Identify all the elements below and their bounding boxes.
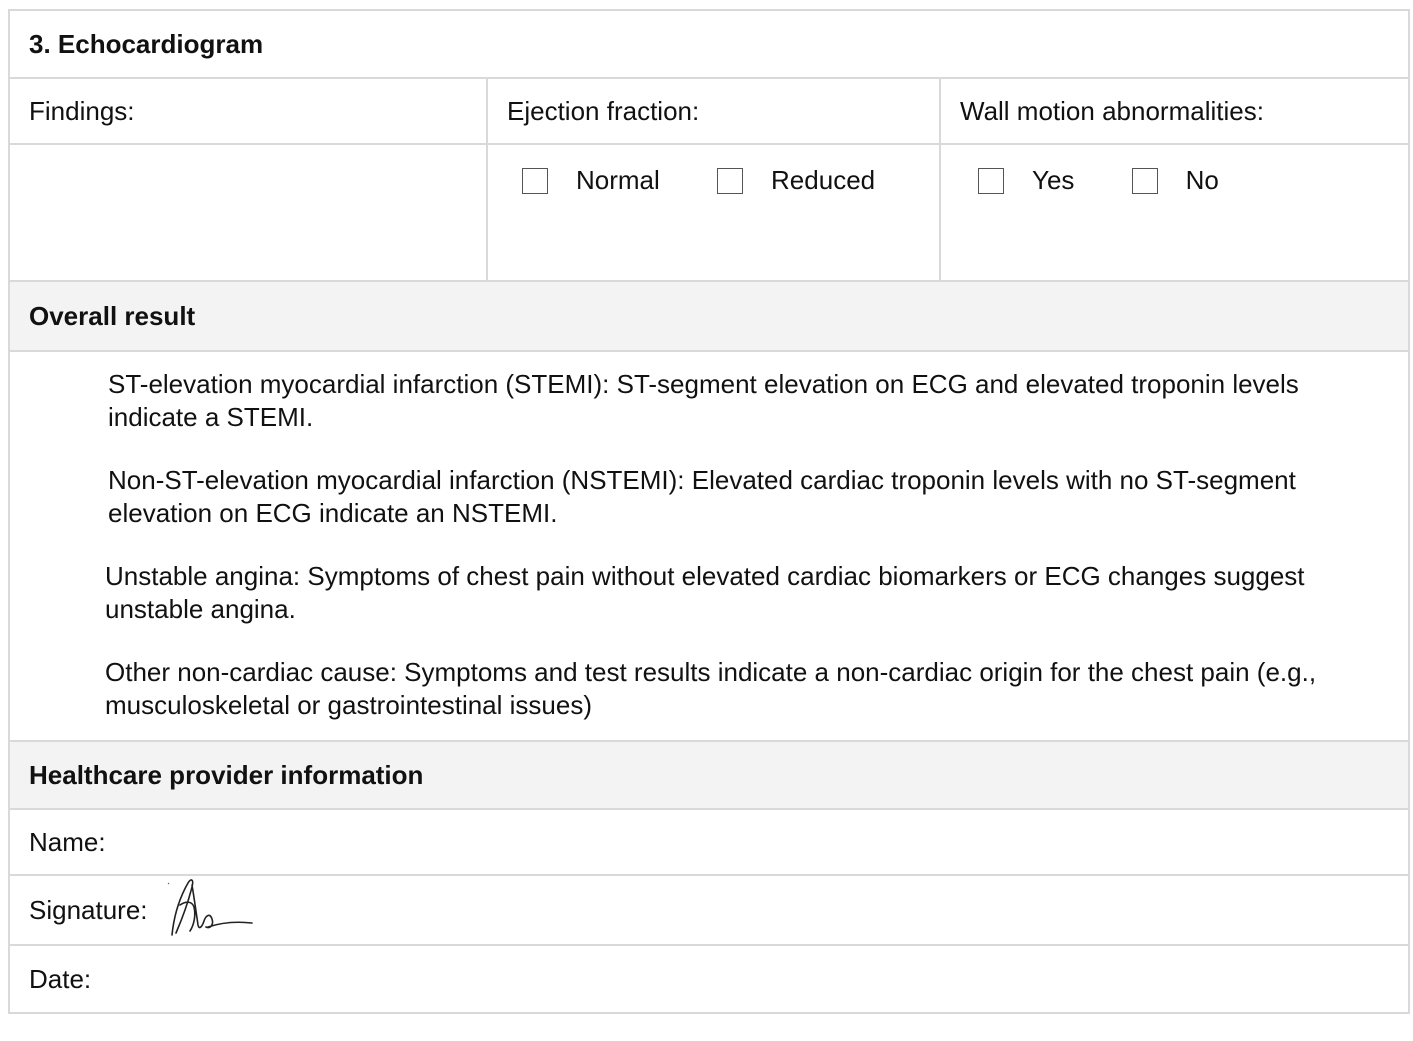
wma-no-label: No bbox=[1185, 165, 1219, 195]
echo-label-row: Findings: Ejection fraction: Wall motion… bbox=[10, 79, 1408, 145]
ef-normal-label: Normal bbox=[576, 165, 660, 195]
wma-no-checkbox[interactable] bbox=[1131, 167, 1158, 194]
wma-yes-checkbox[interactable] bbox=[978, 167, 1004, 194]
overall-result-header: Overall result bbox=[10, 282, 1408, 352]
ef-normal-checkbox[interactable] bbox=[522, 167, 548, 194]
wma-yes-option[interactable]: Yes bbox=[978, 165, 1074, 196]
findings-label: Findings: bbox=[29, 95, 135, 126]
result-item-non-cardiac: Other non-cardiac cause: Symptoms and te… bbox=[105, 657, 1317, 720]
wall-motion-options: Yes No bbox=[941, 145, 1408, 280]
provider-section-header: Healthcare provider information bbox=[10, 742, 1408, 810]
echo-input-row: Normal Reduced Yes No bbox=[10, 145, 1408, 282]
echo-section-header: 3. Echocardiogram bbox=[10, 11, 1408, 79]
provider-heading: Healthcare provider information bbox=[29, 759, 424, 790]
provider-date-row[interactable]: Date: bbox=[10, 946, 1408, 1012]
wall-motion-label-cell: Wall motion abnormalities: bbox=[941, 79, 1408, 143]
ejection-fraction-label-cell: Ejection fraction: bbox=[488, 79, 941, 143]
handwritten-signature-image bbox=[167, 879, 253, 936]
findings-label-cell: Findings: bbox=[10, 79, 488, 143]
overall-result-list: ST-elevation myocardial infarction (STEM… bbox=[10, 352, 1408, 742]
provider-signature-row[interactable]: Signature: bbox=[10, 876, 1408, 946]
wma-no-option[interactable]: No bbox=[1131, 165, 1219, 196]
provider-signature-label: Signature: bbox=[29, 894, 148, 925]
wma-yes-label: Yes bbox=[1032, 165, 1075, 195]
ef-reduced-checkbox[interactable] bbox=[717, 167, 744, 194]
ef-reduced-label: Reduced bbox=[771, 165, 876, 195]
result-item-stemi: ST-elevation myocardial infarction (STEM… bbox=[108, 369, 1299, 432]
result-item-unstable-angina: Unstable angina: Symptoms of chest pain … bbox=[105, 561, 1305, 624]
provider-name-row[interactable]: Name: bbox=[10, 810, 1408, 876]
wall-motion-label: Wall motion abnormalities: bbox=[960, 95, 1264, 126]
echocardiogram-form: 3. Echocardiogram Findings: Ejection fra… bbox=[8, 9, 1410, 1014]
ef-reduced-option[interactable]: Reduced bbox=[717, 165, 875, 196]
overall-result-heading: Overall result bbox=[29, 300, 196, 331]
echo-heading: 3. Echocardiogram bbox=[29, 28, 264, 59]
result-item-nstemi: Non-ST-elevation myocardial infarction (… bbox=[108, 465, 1296, 528]
ejection-fraction-label: Ejection fraction: bbox=[507, 95, 700, 126]
provider-name-label: Name: bbox=[29, 826, 106, 857]
provider-date-label: Date: bbox=[29, 963, 92, 994]
findings-field[interactable] bbox=[10, 145, 488, 280]
ejection-fraction-options: Normal Reduced bbox=[488, 145, 941, 280]
ef-normal-option[interactable]: Normal bbox=[522, 165, 660, 196]
